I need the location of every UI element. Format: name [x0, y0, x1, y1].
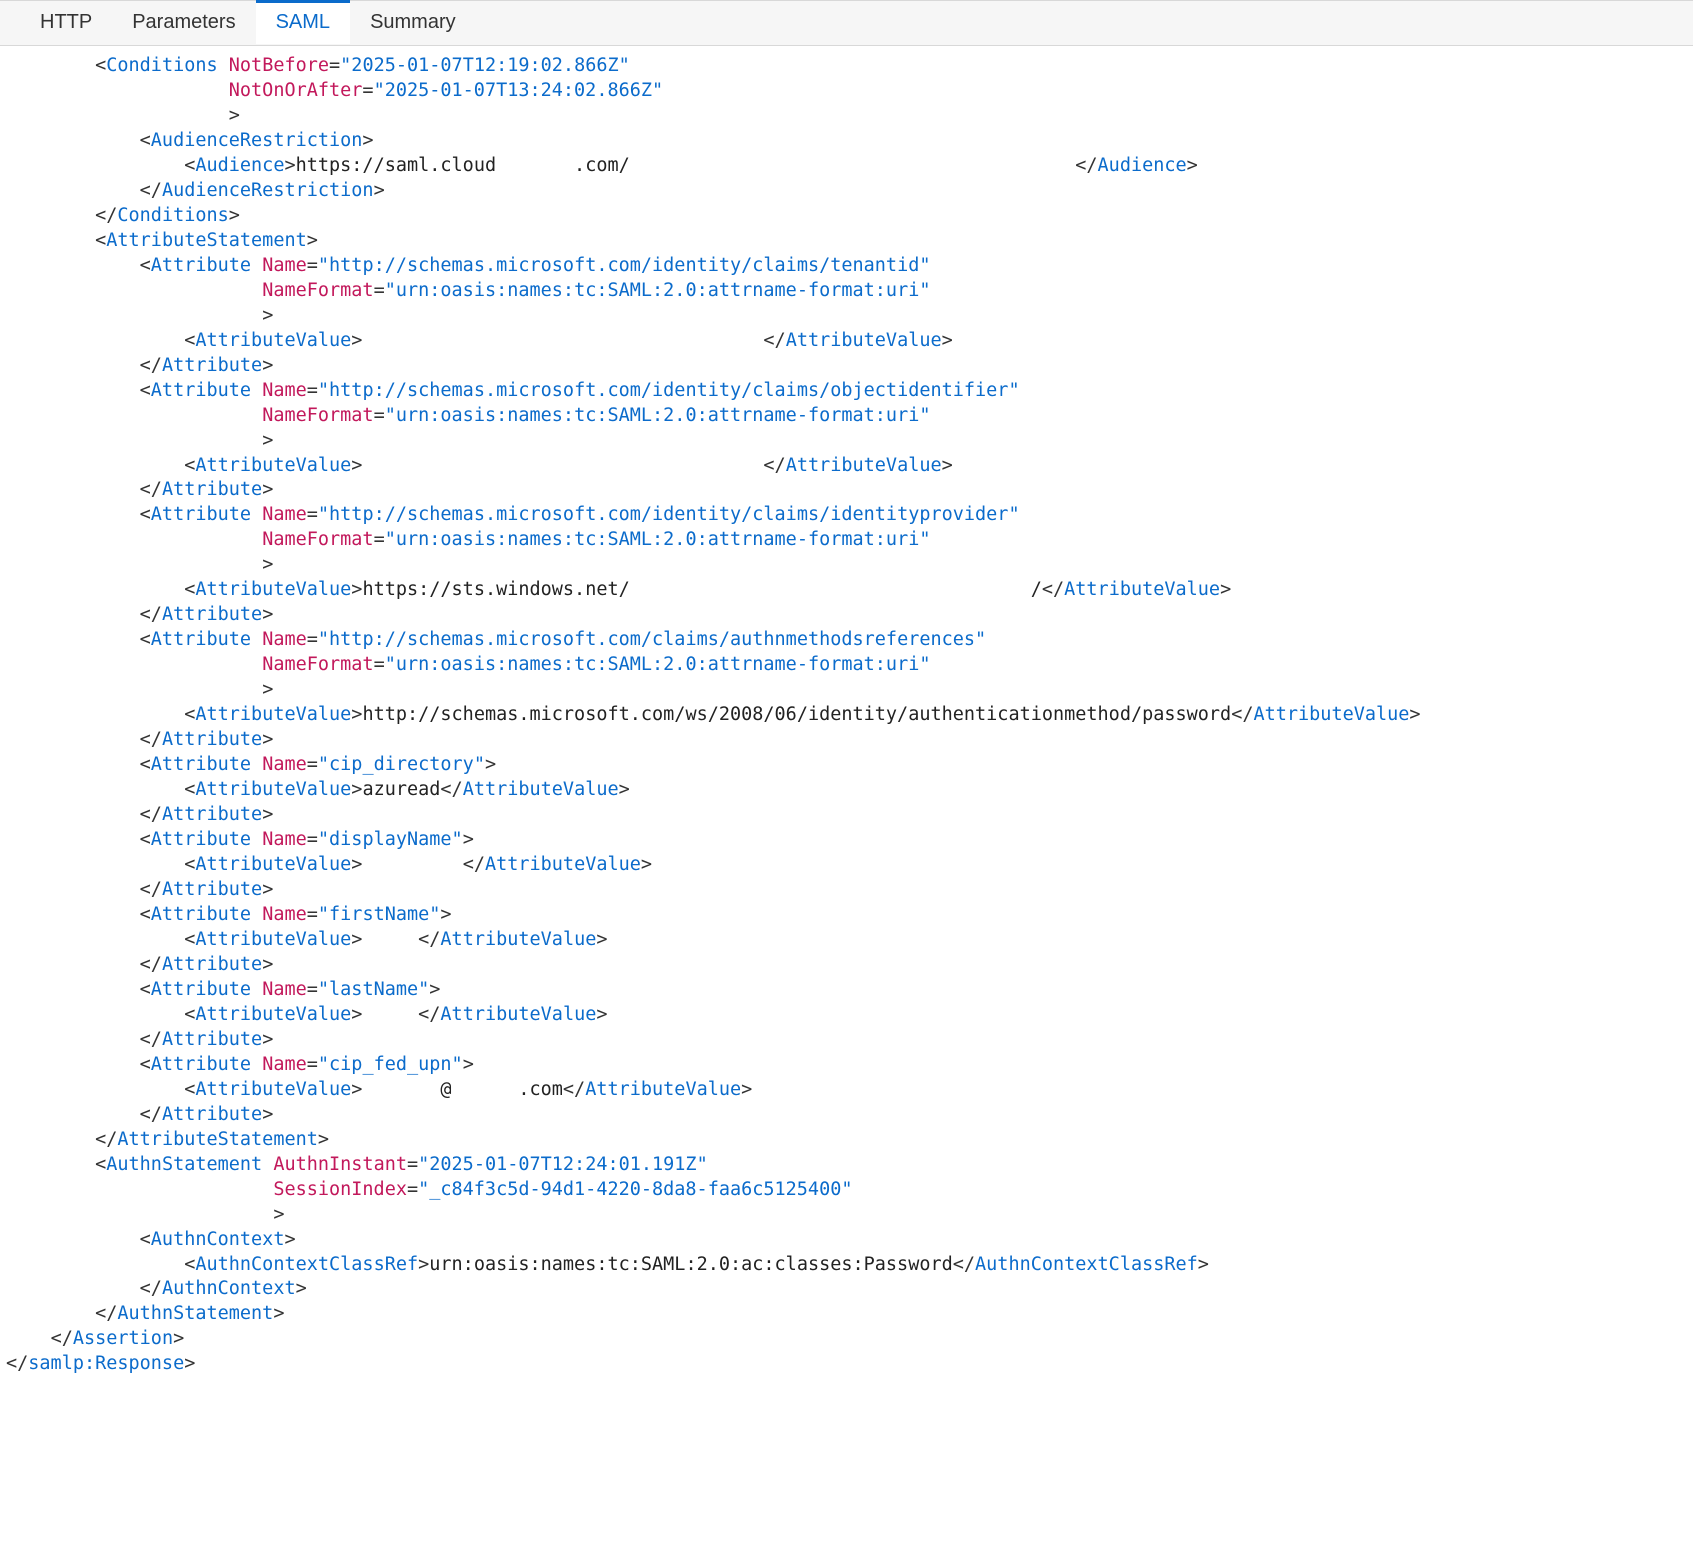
tab-saml[interactable]: SAML: [256, 0, 350, 44]
tab-bar: HTTP Parameters SAML Summary: [0, 0, 1693, 46]
tab-parameters[interactable]: Parameters: [112, 0, 255, 44]
tab-http[interactable]: HTTP: [20, 0, 112, 44]
tab-summary[interactable]: Summary: [350, 0, 476, 44]
saml-xml-view[interactable]: <Conditions NotBefore="2025-01-07T12:19:…: [0, 46, 1693, 1397]
